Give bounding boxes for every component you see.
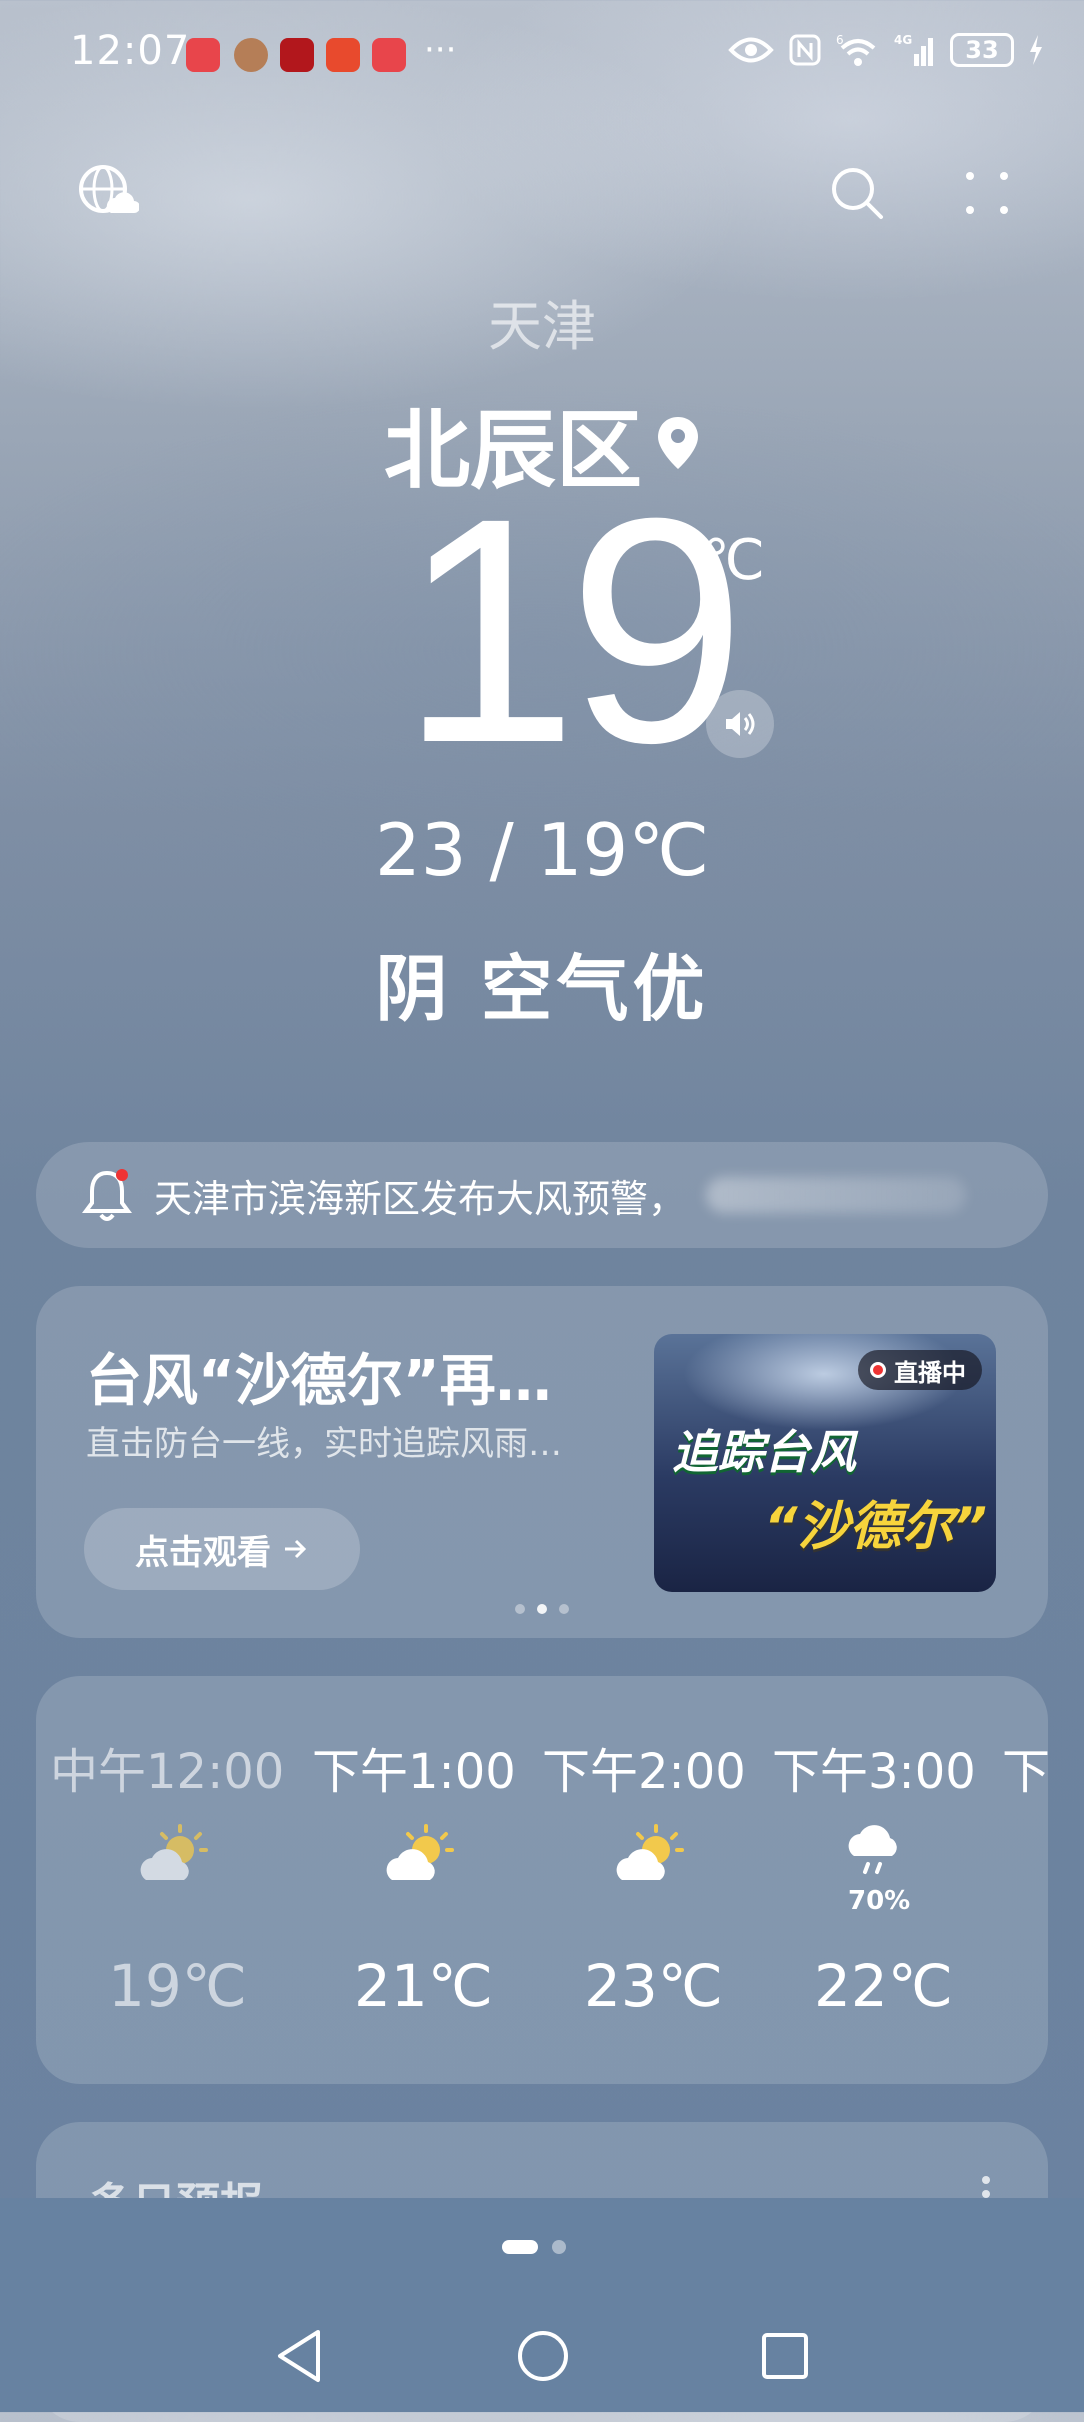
svg-text:6: 6 xyxy=(836,33,844,47)
charging-icon xyxy=(1030,35,1042,65)
cloudy-sun-icon xyxy=(616,1824,684,1880)
current-temperature: 19 xyxy=(400,451,746,809)
arrow-right-icon xyxy=(285,1539,307,1559)
rain-cloud-icon xyxy=(848,1825,897,1874)
more-dots-icon xyxy=(966,172,1008,214)
hour-temperature: 23℃ xyxy=(584,1952,723,2020)
live-thumbnail[interactable]: 直播中 追踪台风 “沙德尔” xyxy=(654,1334,996,1592)
recent-apps-icon[interactable] xyxy=(760,2331,810,2381)
live-badge-label: 直播中 xyxy=(894,1358,966,1387)
avatar-notification-icon xyxy=(234,38,268,72)
globe-cloud-icon xyxy=(79,165,139,213)
hour-temperature: 22℃ xyxy=(814,1952,953,2020)
nfc-icon xyxy=(789,34,821,66)
carousel-dot xyxy=(559,1604,569,1614)
huawei-app-notification-icon-2 xyxy=(372,38,406,72)
hour-label: 下午3:00 xyxy=(772,1744,976,1800)
hour-temperature: 19℃ xyxy=(108,1952,247,2020)
live-dot-icon xyxy=(870,1362,886,1378)
precipitation-probability: 70% xyxy=(848,1886,911,1916)
carousel-dot-active xyxy=(537,1604,547,1614)
weather-condition: 阴 空气优 xyxy=(375,947,709,1031)
city-page-indicator xyxy=(502,2240,566,2254)
hourly-forecast-card[interactable]: 中午12:00 下午1:00 下午2:00 下午3:00 下 70% 19℃ 2… xyxy=(36,1676,1048,2084)
search-icon xyxy=(832,168,883,219)
thumbnail-headline: 追踪台风 xyxy=(672,1425,856,1479)
home-icon[interactable] xyxy=(515,2328,571,2384)
signal-icon: 4G xyxy=(894,33,933,66)
typhoon-live-card[interactable]: 台风“沙德尔”再… 直击防台一线，实时追踪风雨… 点击观看 直播中 追踪台风 “… xyxy=(36,1286,1048,1638)
clock: 12:07 xyxy=(70,28,191,74)
card-title: 台风“沙德尔”再… xyxy=(86,1349,552,1414)
carousel-dot xyxy=(515,1604,525,1614)
more-notifications-icon: ··· xyxy=(424,30,457,70)
hour-temperature: 21℃ xyxy=(354,1952,493,2020)
more-menu-button[interactable] xyxy=(952,158,1022,228)
status-bar: 12:07 ··· 6 4G 33 xyxy=(0,0,1084,110)
alert-scrolling-text xyxy=(706,1177,967,1213)
eye-icon xyxy=(728,37,774,63)
thumbnail-typhoon-name: “沙德尔” xyxy=(764,1497,987,1557)
alert-text: 天津市滨海新区发布大风预警， xyxy=(154,1176,687,1221)
svg-text:4G: 4G xyxy=(894,33,912,47)
hour-label: 下午2:00 xyxy=(542,1744,746,1800)
card-subtitle: 直击防台一线，实时追踪风雨… xyxy=(86,1424,562,1464)
hour-label: 中午12:00 xyxy=(50,1744,285,1800)
city-manage-button[interactable] xyxy=(72,158,142,228)
huawei-app-notification-icon xyxy=(186,38,220,72)
page-dot xyxy=(552,2240,566,2254)
voice-broadcast-button[interactable] xyxy=(706,690,774,758)
weather-alert-banner[interactable]: 天津市滨海新区发布大风预警， xyxy=(36,1142,1048,1248)
page-dot-active xyxy=(502,2240,538,2254)
cloudy-sun-icon xyxy=(386,1824,454,1880)
watch-button[interactable]: 点击观看 xyxy=(84,1508,360,1590)
temperature-range: 23 / 19℃ xyxy=(374,808,710,892)
app-notification-icon-2 xyxy=(326,38,360,72)
wifi-icon: 6 xyxy=(836,33,876,66)
live-badge: 直播中 xyxy=(858,1350,982,1390)
watch-button-label: 点击观看 xyxy=(135,1532,271,1573)
carousel-indicator xyxy=(36,1604,1048,1614)
city-name: 天津 xyxy=(488,295,596,358)
back-icon[interactable] xyxy=(274,2328,326,2384)
speaker-icon xyxy=(726,712,755,736)
system-navigation-bar xyxy=(0,2300,1084,2412)
hour-label: 下 xyxy=(1002,1744,1048,1800)
search-button[interactable] xyxy=(822,158,892,228)
battery-indicator: 33 xyxy=(950,33,1014,67)
hour-label: 下午1:00 xyxy=(312,1744,516,1800)
app-notification-icon xyxy=(280,38,314,72)
bell-alert-icon xyxy=(82,1169,132,1221)
status-icons: 6 4G 33 xyxy=(728,32,1044,68)
cloudy-sun-icon xyxy=(140,1824,208,1880)
temperature-unit: ℃ xyxy=(702,528,765,593)
